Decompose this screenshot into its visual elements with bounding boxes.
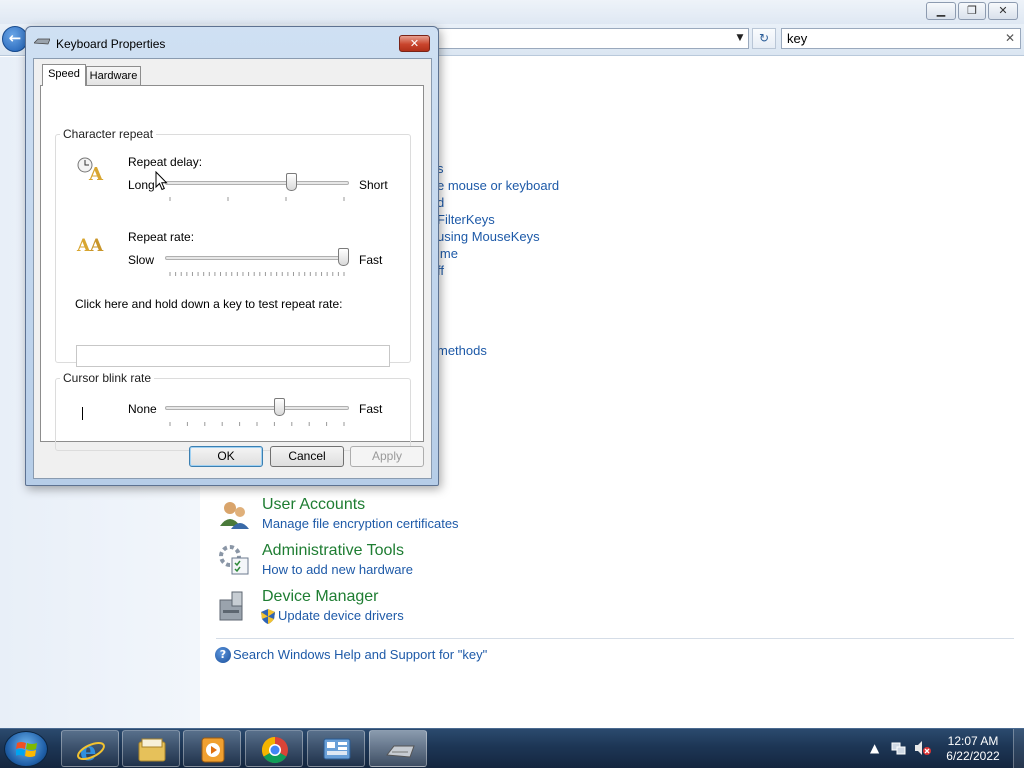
repeat-delay-icon: A [77, 157, 104, 182]
svg-text:e: e [80, 737, 97, 765]
repeat-delay-min-label: Long [128, 178, 155, 192]
user-accounts-icon [220, 502, 249, 529]
result-link[interactable]: FilterKeys [437, 212, 495, 227]
minimize-button[interactable]: ▁ [926, 2, 956, 20]
start-button[interactable] [4, 731, 48, 767]
clock-time: 12:07 AM [947, 734, 999, 748]
svg-text:A: A [89, 236, 104, 254]
device-manager-icon [219, 591, 243, 621]
taskbar-windows-explorer[interactable] [122, 730, 180, 767]
show-desktop-button[interactable] [1013, 729, 1024, 768]
administrative-tools-icon [219, 545, 249, 575]
taskbar-internet-explorer[interactable]: e [61, 730, 119, 767]
blink-preview-cursor [82, 407, 83, 420]
repeat-rate-min-label: Slow [128, 253, 155, 267]
cancel-button[interactable]: Cancel [270, 446, 344, 467]
close-window-button[interactable]: ✕ [988, 2, 1018, 20]
cursor-blink-slider-track[interactable] [165, 406, 349, 410]
tab-hardware[interactable]: Hardware [86, 66, 141, 86]
refresh-icon[interactable]: ↻ [752, 28, 776, 49]
mouse-pointer-icon [155, 171, 168, 191]
result-link[interactable]: methods [437, 343, 487, 358]
window-titlebar: ▁ ❐ ✕ [0, 0, 1024, 24]
internet-explorer-icon: e [77, 737, 105, 765]
repeat-delay-slider-track[interactable] [165, 181, 349, 185]
repeat-delay-slider-thumb[interactable] [286, 173, 298, 191]
folder-icon [138, 738, 166, 762]
restore-button[interactable]: ❐ [958, 2, 986, 20]
repeat-rate-slider-track[interactable] [165, 256, 349, 260]
dialog-client-area: Speed Hardware Character repeat A Repeat… [33, 58, 432, 479]
repeat-delay-label: Repeat delay: [128, 155, 203, 169]
result-link[interactable]: using MouseKeys [437, 229, 540, 244]
clock-date: 6/22/2022 [946, 749, 1000, 763]
dialog-title: Keyboard Properties [56, 37, 166, 51]
link-update-device-drivers[interactable]: Update device drivers [278, 608, 404, 623]
speed-tab-panel: Character repeat A Repeat delay: Long Sh… [40, 85, 424, 451]
keyboard-icon [34, 38, 50, 45]
cursor-blink-group [55, 378, 411, 451]
character-repeat-group [55, 134, 411, 363]
taskbar: e ▲ 12:07 AM 6/22/2022 [0, 728, 1024, 768]
clear-search-icon[interactable]: ✕ [1003, 31, 1017, 45]
taskbar-chrome[interactable] [245, 730, 303, 767]
repeat-rate-max-label: Fast [359, 253, 383, 267]
repeat-rate-slider-thumb[interactable] [338, 248, 349, 266]
cursor-blink-min-label: None [128, 402, 157, 416]
chrome-icon [261, 736, 288, 764]
link-search-windows-help[interactable]: Search Windows Help and Support for "key… [233, 647, 487, 662]
result-link[interactable]: ime [437, 246, 458, 261]
group-title-user-accounts[interactable]: User Accounts [262, 496, 365, 514]
cursor-blink-slider-thumb[interactable] [273, 398, 285, 416]
cursor-blink-max-label: Fast [359, 402, 383, 416]
results-divider [216, 638, 1014, 639]
apply-button[interactable]: Apply [350, 446, 424, 467]
address-box[interactable]: ▼ [438, 28, 749, 49]
tray-clock[interactable]: 12:07 AM 6/22/2022 [938, 734, 1008, 764]
svg-text:A: A [76, 236, 91, 254]
help-icon[interactable]: ? [215, 647, 231, 663]
media-player-icon [201, 737, 225, 763]
network-icon[interactable] [890, 740, 906, 756]
cursor-blink-ticks [169, 422, 345, 426]
repeat-rate-icon: A A [76, 236, 104, 254]
group-title-administrative-tools[interactable]: Administrative Tools [262, 542, 404, 560]
keyboard-properties-dialog: Keyboard Properties ✕ Speed Hardware Cha… [25, 26, 439, 486]
group-title-device-manager[interactable]: Device Manager [262, 588, 379, 606]
taskbar-control-panel[interactable] [307, 730, 365, 767]
keyboard-icon [386, 745, 415, 758]
group-label-character-repeat: Character repeat [60, 127, 157, 141]
test-repeat-input[interactable] [76, 345, 390, 367]
windows-logo-icon [16, 742, 37, 757]
repeat-rate-label: Repeat rate: [128, 230, 195, 244]
repeat-rate-ticks [169, 272, 345, 276]
taskbar-media-player[interactable] [183, 730, 241, 767]
result-link[interactable]: e mouse or keyboard [437, 178, 559, 193]
test-repeat-label: Click here and hold down a key to test r… [75, 297, 343, 311]
chevron-down-icon[interactable]: ▼ [734, 30, 746, 47]
svg-text:A: A [88, 164, 104, 182]
repeat-delay-max-label: Short [359, 178, 388, 192]
control-panel-icon [323, 738, 351, 760]
ok-button[interactable]: OK [189, 446, 263, 467]
uac-shield-icon [261, 609, 275, 624]
repeat-delay-ticks [169, 197, 345, 201]
taskbar-keyboard-properties[interactable] [369, 730, 427, 767]
group-label-cursor-blink-rate: Cursor blink rate [60, 371, 155, 385]
link-manage-encryption-certificates[interactable]: Manage file encryption certificates [262, 516, 459, 531]
tab-speed[interactable]: Speed [42, 64, 86, 86]
dialog-close-button[interactable]: ✕ [399, 35, 430, 52]
link-how-to-add-new-hardware[interactable]: How to add new hardware [262, 562, 413, 577]
show-hidden-icons-icon[interactable]: ▲ [870, 741, 879, 755]
search-input[interactable]: key [781, 28, 1021, 49]
volume-muted-icon[interactable] [914, 740, 932, 756]
